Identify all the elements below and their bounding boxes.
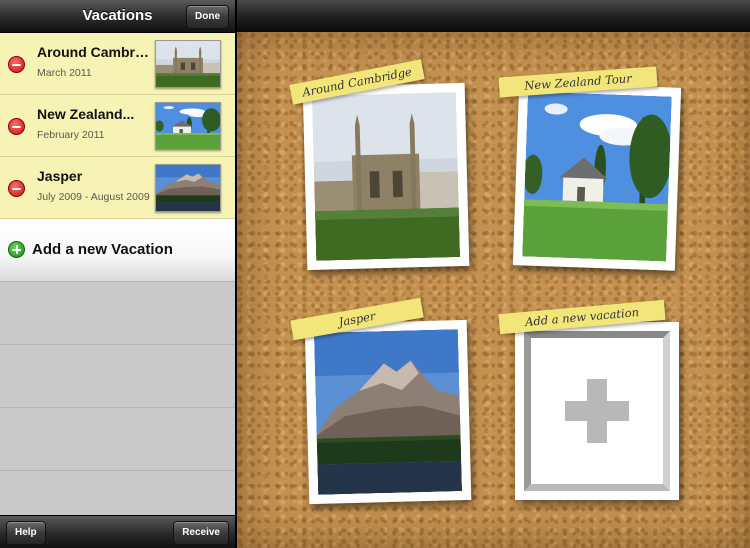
new-zealand-photo: [522, 92, 672, 262]
delete-icon[interactable]: [8, 180, 25, 197]
cambridge-thumbnail: [155, 40, 221, 88]
new-zealand-thumbnail: [155, 102, 221, 150]
photo-card-new-zealand[interactable]: [512, 82, 682, 271]
vacation-title: Around Cambri...: [37, 44, 149, 60]
add-vacation-label: Add a new Vacation: [32, 241, 173, 258]
cork-board: Around Cambridge New Zealand Tour Jasper…: [237, 32, 750, 548]
empty-row: [0, 345, 235, 408]
vacation-title: Jasper: [37, 168, 83, 184]
vacation-row-new-zealand[interactable]: New Zealand... February 2011: [0, 95, 235, 157]
jasper-thumbnail: [155, 164, 221, 212]
add-icon: [8, 241, 25, 258]
jasper-photo: [314, 329, 462, 495]
sidebar-toolbar: Help Receive: [0, 515, 235, 548]
sidebar-nav-bar: Vacations Done: [0, 0, 235, 33]
board-top-bar: [237, 0, 750, 32]
photo-card-cambridge[interactable]: [302, 82, 470, 271]
vacation-row-cambridge[interactable]: Around Cambri... March 2011: [0, 33, 235, 95]
vacation-list: Around Cambri... March 2011 New Zealand.…: [0, 33, 235, 534]
cambridge-photo: [312, 92, 460, 261]
delete-icon[interactable]: [8, 118, 25, 135]
help-button[interactable]: Help: [6, 521, 46, 545]
add-vacation-card[interactable]: [515, 322, 679, 500]
vacations-sidebar: Vacations Done Around Cambri... March 20…: [0, 0, 235, 548]
vacation-date: February 2011: [37, 129, 105, 141]
plus-icon: [565, 379, 629, 443]
vacation-row-jasper[interactable]: Jasper July 2009 - August 2009: [0, 157, 235, 219]
photo-card-jasper[interactable]: [304, 319, 472, 505]
vacation-title: New Zealand...: [37, 106, 135, 122]
delete-icon[interactable]: [8, 56, 25, 73]
receive-button[interactable]: Receive: [173, 521, 229, 545]
add-vacation-row[interactable]: Add a new Vacation: [0, 219, 235, 282]
empty-row: [0, 408, 235, 471]
vacation-date: July 2009 - August 2009: [37, 191, 150, 203]
done-button[interactable]: Done: [186, 5, 229, 29]
add-vacation-slot: [524, 331, 670, 491]
empty-row: [0, 282, 235, 345]
vacation-date: March 2011: [37, 67, 92, 79]
